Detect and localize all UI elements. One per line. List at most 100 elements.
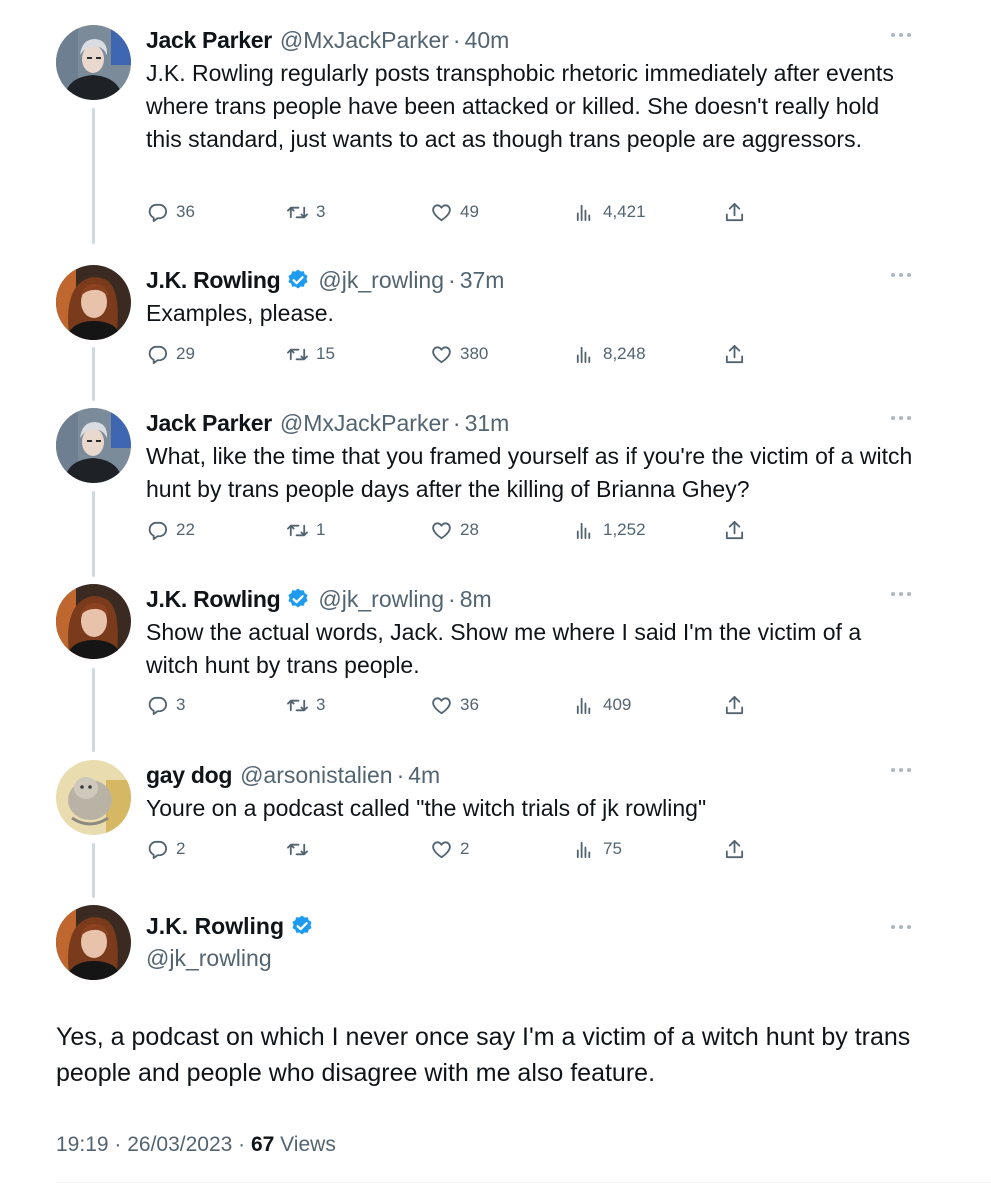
verified-badge-icon — [286, 587, 310, 611]
views-count: 75 — [603, 839, 622, 858]
like-button[interactable]: 2 — [430, 835, 469, 863]
like-count: 49 — [460, 202, 479, 221]
user-handle[interactable]: @jk_rowling — [146, 943, 272, 973]
heart-icon — [430, 519, 453, 542]
reply-button[interactable]: 2 — [146, 835, 185, 863]
retweet-icon — [286, 838, 309, 861]
action-bar: 2 2 75 — [146, 835, 766, 863]
reply-count: 22 — [176, 520, 195, 539]
views-icon — [573, 201, 596, 224]
more-icon[interactable] — [889, 919, 913, 935]
reply-icon — [146, 838, 169, 861]
thread-line — [92, 668, 95, 752]
display-name[interactable]: Jack Parker — [146, 408, 272, 438]
views-button[interactable]: 75 — [573, 835, 622, 863]
tweet-text: J.K. Rowling regularly posts transphobic… — [146, 60, 894, 152]
views-count: 409 — [603, 695, 632, 714]
heart-icon — [430, 343, 453, 366]
share-button[interactable] — [723, 516, 746, 544]
share-button[interactable] — [723, 691, 746, 719]
thread-line — [92, 491, 95, 577]
reply-button[interactable]: 36 — [146, 198, 195, 226]
views-icon — [573, 694, 596, 717]
retweet-icon — [286, 343, 309, 366]
verified-badge-icon — [290, 914, 314, 938]
display-name[interactable]: J.K. Rowling — [146, 584, 281, 614]
user-handle[interactable]: @jk_rowling — [318, 265, 444, 295]
display-name[interactable]: gay dog — [146, 760, 232, 790]
retweet-button[interactable]: 3 — [286, 198, 325, 226]
relative-time[interactable]: 8m — [460, 584, 492, 614]
more-icon[interactable] — [889, 267, 913, 283]
like-count: 36 — [460, 695, 479, 714]
views-count: 4,421 — [603, 202, 646, 221]
avatar[interactable] — [56, 25, 131, 100]
like-count: 2 — [460, 839, 470, 858]
avatar[interactable] — [56, 905, 131, 980]
avatar[interactable] — [56, 760, 131, 835]
separator: · — [452, 410, 461, 436]
share-button[interactable] — [723, 198, 746, 226]
user-handle[interactable]: @arsonistalien — [240, 760, 392, 790]
relative-time[interactable]: 4m — [408, 760, 440, 790]
like-button[interactable]: 380 — [430, 340, 488, 368]
views-icon — [573, 343, 596, 366]
reply-count: 3 — [176, 695, 186, 714]
avatar[interactable] — [56, 584, 131, 659]
share-button[interactable] — [723, 340, 746, 368]
share-icon — [723, 343, 746, 366]
action-bar: 29 15 380 8,248 — [146, 340, 766, 368]
retweet-button[interactable]: 3 — [286, 691, 325, 719]
focused-tweet-text: Yes, a podcast on which I never once say… — [56, 1023, 911, 1087]
display-name[interactable]: Jack Parker — [146, 25, 272, 55]
relative-time[interactable]: 37m — [460, 265, 505, 295]
display-name[interactable]: J.K. Rowling — [146, 265, 281, 295]
retweet-button[interactable] — [286, 835, 316, 863]
views-icon — [573, 519, 596, 542]
retweet-button[interactable]: 15 — [286, 340, 335, 368]
user-handle[interactable]: @MxJackParker — [280, 408, 449, 438]
views-button[interactable]: 409 — [573, 691, 631, 719]
more-icon[interactable] — [889, 762, 913, 778]
reply-count: 2 — [176, 839, 186, 858]
avatar[interactable] — [56, 265, 131, 340]
reply-button[interactable]: 3 — [146, 691, 185, 719]
reply-button[interactable]: 29 — [146, 340, 195, 368]
views-count: 1,252 — [603, 520, 646, 539]
relative-time[interactable]: 31m — [465, 408, 510, 438]
like-button[interactable]: 49 — [430, 198, 479, 226]
like-button[interactable]: 28 — [430, 516, 479, 544]
retweet-button[interactable]: 1 — [286, 516, 325, 544]
like-count: 380 — [460, 344, 489, 363]
heart-icon — [430, 838, 453, 861]
views-button[interactable]: 8,248 — [573, 340, 646, 368]
share-button[interactable] — [723, 835, 746, 863]
user-handle[interactable]: @MxJackParker — [280, 25, 449, 55]
views-button[interactable]: 4,421 — [573, 198, 646, 226]
thread-line — [92, 843, 95, 898]
more-icon[interactable] — [889, 410, 913, 426]
user-handle[interactable]: @jk_rowling — [318, 584, 444, 614]
action-bar: 22 1 28 1,252 — [146, 516, 766, 544]
retweet-icon — [286, 201, 309, 224]
share-icon — [723, 694, 746, 717]
avatar[interactable] — [56, 408, 131, 483]
views-count: 8,248 — [603, 344, 646, 363]
more-icon[interactable] — [889, 27, 913, 43]
share-icon — [723, 201, 746, 224]
separator: · — [396, 762, 405, 788]
reply-button[interactable]: 22 — [146, 516, 195, 544]
views-label: Views — [274, 1133, 336, 1156]
tweet-text: Youre on a podcast called "the witch tri… — [146, 795, 707, 821]
tweet-text: Show the actual words, Jack. Show me whe… — [146, 619, 862, 678]
relative-time[interactable]: 40m — [465, 25, 510, 55]
like-button[interactable]: 36 — [430, 691, 479, 719]
reply-count: 29 — [176, 344, 195, 363]
verified-badge-icon — [286, 268, 310, 292]
display-name[interactable]: J.K. Rowling — [146, 911, 284, 941]
separator: · — [448, 586, 456, 612]
views-button[interactable]: 1,252 — [573, 516, 646, 544]
timestamp[interactable]: 19:19 · 26/03/2023 · — [56, 1133, 251, 1156]
retweet-count: 15 — [316, 344, 335, 363]
more-icon[interactable] — [889, 586, 913, 602]
